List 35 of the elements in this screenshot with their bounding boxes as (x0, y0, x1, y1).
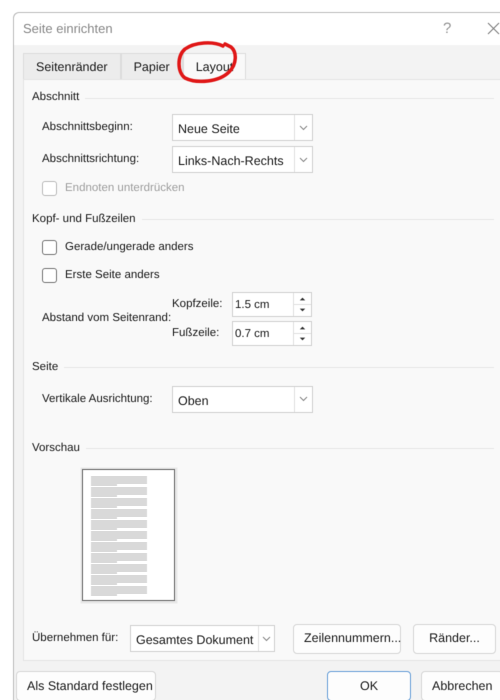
panel-button[interactable]: Zeilennummern... (293, 624, 401, 654)
dropdown[interactable]: Neue Seite (172, 114, 313, 141)
dialog-button[interactable]: Abbrechen (421, 671, 500, 700)
tab[interactable]: Seitenränder (23, 53, 121, 79)
dropdown[interactable]: Links-Nach-Rechts (172, 146, 313, 173)
dropdown[interactable]: Oben (172, 386, 313, 413)
group-title: Vorschau (32, 441, 80, 456)
checkbox-label: Gerade/ungerade anders (65, 240, 194, 256)
field-label: Abschnittsrichtung: (41, 152, 140, 167)
field-label: Abstand vom Seitenrand: (41, 311, 172, 326)
checkbox[interactable] (42, 240, 57, 256)
tab[interactable]: Papier (120, 53, 183, 79)
chevron-down-icon (299, 156, 308, 162)
close-icon[interactable] (487, 22, 500, 35)
group-title: Seite (32, 360, 58, 376)
chevron-down-icon (299, 396, 308, 402)
chevron-down-icon (299, 124, 308, 130)
field-label: Vertikale Ausrichtung: (41, 392, 154, 407)
spinner-field[interactable]: 0.7 cm (232, 320, 312, 346)
chevron-down-icon (262, 636, 272, 642)
checkbox[interactable] (42, 268, 57, 283)
group-title: Kopf- und Fußzeilen (32, 212, 136, 227)
field-label: Abschnittsbeginn: (41, 120, 134, 135)
group-title: Abschnitt (32, 90, 80, 106)
dropdown[interactable]: Gesamtes Dokument (130, 625, 275, 652)
field-label: Fußzeile: (172, 326, 220, 341)
field-label: Kopfzeile: (172, 296, 224, 312)
panel-button[interactable]: Ränder... (413, 624, 496, 654)
window-title: Seite einrichten (23, 20, 114, 38)
dialog-button[interactable]: Als Standard festlegen (16, 671, 156, 700)
checkbox-label: Endnoten unterdrücken (65, 181, 185, 196)
spinner-field[interactable]: 1.5 cm (232, 292, 312, 317)
dialog-button[interactable]: OK (327, 671, 411, 700)
checkbox-label: Erste Seite anders (65, 268, 160, 282)
field-label: Übernehmen für: (32, 630, 120, 646)
